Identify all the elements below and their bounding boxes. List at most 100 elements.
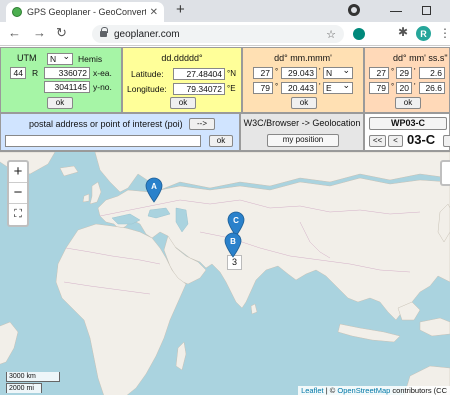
poi-search-panel: postal address or point of interest (poi… — [0, 113, 240, 151]
browser-toolbar: ← → ↻ geoplaner.com ☆ ✱ R ⋮ — [0, 22, 450, 46]
poi-arrow-button[interactable]: --> — [189, 118, 215, 130]
bookmark-star-icon[interactable]: ☆ — [326, 28, 336, 41]
dmm-lon-deg-field[interactable]: 79 — [253, 82, 273, 94]
fullscreen-button[interactable]: ⛶ — [9, 204, 27, 225]
poi-ok-button[interactable]: ok — [209, 135, 233, 147]
easting-field[interactable]: 336072 — [44, 67, 90, 79]
waypoint-marker-a[interactable]: A — [145, 177, 163, 204]
deg-symbol: ° — [275, 67, 279, 76]
easting-label: x-ea. — [93, 68, 112, 78]
dms-lon-deg-field[interactable]: 79 — [369, 82, 389, 94]
latitude-dir: °N — [227, 69, 236, 78]
osm-link[interactable]: OpenStreetMap — [337, 386, 390, 395]
degrees-minutes-panel: dd° mm.mmm' 27 ° 29.043 ' N 79 ° 20.443 … — [242, 47, 364, 113]
min-symbol: ' — [319, 67, 321, 76]
new-tab-icon[interactable]: + — [176, 1, 185, 18]
dms-lat-deg-field[interactable]: 27 — [369, 67, 389, 79]
utm-ok-button[interactable]: ok — [47, 97, 73, 109]
marker-label: A — [151, 182, 157, 191]
dmm-lon-min-field[interactable]: 20.443 — [281, 82, 317, 94]
geolocation-title: W3C/Browser -> Geolocation — [243, 118, 361, 128]
geolocation-panel: W3C/Browser -> Geolocation my position — [240, 113, 364, 151]
back-arrow-icon[interactable]: ← — [8, 25, 21, 40]
dmm-lat-min-field[interactable]: 29.043 — [281, 67, 317, 79]
deg-symbol: ° — [275, 82, 279, 91]
maximize-icon[interactable] — [422, 6, 431, 15]
attribution-separator: | © — [323, 386, 338, 395]
dms-ok-button[interactable]: ok — [395, 97, 421, 109]
prev-waypoint-button[interactable]: < — [388, 135, 403, 147]
record-icon[interactable] — [348, 4, 360, 16]
dms-lat-sec-field[interactable]: 2.6 — [419, 67, 445, 79]
hemisphere-select[interactable]: N — [47, 51, 73, 65]
latitude-field[interactable]: 27.48404 — [173, 68, 225, 80]
first-waypoint-button[interactable]: << — [369, 135, 386, 147]
dmm-lon-hem-select[interactable]: E — [323, 80, 353, 94]
close-tab-icon[interactable]: ✕ — [150, 7, 158, 18]
profile-avatar[interactable]: R — [416, 26, 431, 41]
zoom-out-button[interactable]: − — [9, 183, 27, 204]
longitude-dir: °E — [227, 84, 236, 93]
site-favicon-icon — [12, 7, 22, 17]
deg-symbol: ° — [391, 82, 395, 91]
longitude-label: Longitude: — [127, 84, 167, 94]
marker-label: C — [233, 216, 239, 225]
decimal-degrees-panel: dd.ddddd° Latitude: 27.48404 °N Longitud… — [122, 47, 242, 113]
url-text: geoplaner.com — [114, 28, 180, 40]
latitude-label: Latitude: — [131, 69, 164, 79]
browser-menu-icon[interactable]: ⋮ — [439, 26, 450, 40]
dms-lon-min-field[interactable]: 20 — [396, 82, 412, 94]
browser-tab-bar: GPS Geoplaner - GeoConverter | ✕ + — [0, 0, 450, 22]
reload-icon[interactable]: ↻ — [56, 25, 67, 41]
utm-zone-field[interactable]: 44 — [10, 67, 26, 79]
layers-control[interactable] — [440, 160, 450, 186]
utm-title: UTM — [17, 53, 37, 63]
dmm-title: dd° mm.mmm' — [274, 53, 332, 63]
min-symbol: ' — [414, 82, 416, 91]
extensions-puzzle-icon[interactable]: ✱ — [398, 25, 410, 39]
attribution-contributors: contributors (CC — [390, 386, 447, 395]
waypoint-code: 03-C — [407, 132, 436, 147]
browser-tab[interactable]: GPS Geoplaner - GeoConverter | ✕ — [6, 2, 164, 22]
poi-label: postal address or point of interest (poi… — [29, 119, 183, 129]
zoom-in-button[interactable]: + — [9, 162, 27, 183]
my-position-button[interactable]: my position — [267, 134, 339, 147]
next-waypoint-button[interactable] — [443, 135, 450, 147]
waypoint-panel: WP03-C << < 03-C — [364, 113, 450, 151]
dmm-lat-hem-select[interactable]: N — [323, 65, 353, 79]
deg-symbol: ° — [391, 67, 395, 76]
waypoint-name[interactable]: WP03-C — [369, 117, 447, 130]
minimize-icon[interactable] — [390, 4, 402, 12]
waypoint-marker-b[interactable]: B — [224, 232, 242, 258]
leaflet-link[interactable]: Leaflet — [301, 386, 324, 395]
scale-km: 3000 km — [6, 372, 60, 382]
poi-search-input[interactable] — [5, 135, 201, 147]
utm-band-label: R — [32, 68, 39, 78]
forward-arrow-icon[interactable]: → — [33, 25, 46, 40]
degrees-minutes-seconds-panel: dd° mm' ss.s" 27 ° 29 ' 2.6 79 ° 20 ' 26… — [364, 47, 450, 113]
utm-panel: UTM N Hemis 44 R 336072 x-ea. 3041145 y-… — [0, 47, 122, 113]
hemis-label: Hemis — [78, 54, 103, 64]
dms-lon-sec-field[interactable]: 26.6 — [419, 82, 445, 94]
marker-label: B — [231, 237, 237, 246]
map[interactable]: + − ⛶ 3 A C B 3000 km 2000 mi Leaflet | … — [0, 151, 450, 395]
min-symbol: ' — [414, 67, 416, 76]
dmm-lat-deg-field[interactable]: 27 — [253, 67, 273, 79]
scale-mi: 2000 mi — [6, 383, 42, 393]
northing-field[interactable]: 3041145 — [44, 81, 90, 93]
dd-title: dd.ddddd° — [161, 53, 203, 63]
world-map-tiles — [0, 152, 450, 395]
map-attribution: Leaflet | © OpenStreetMap contributors (… — [298, 386, 450, 395]
longitude-field[interactable]: 79.34072 — [173, 83, 225, 95]
dd-ok-button[interactable]: ok — [170, 97, 196, 109]
dms-title: dd° mm' ss.s" — [393, 53, 448, 63]
lock-icon — [100, 27, 108, 37]
address-bar[interactable]: geoplaner.com ☆ — [92, 25, 344, 43]
northing-label: y-no. — [93, 82, 112, 92]
tab-title: GPS Geoplaner - GeoConverter | — [27, 7, 146, 17]
zoom-control: + − ⛶ — [7, 160, 29, 227]
dmm-ok-button[interactable]: ok — [291, 97, 317, 109]
extension-icon[interactable] — [353, 28, 365, 40]
min-symbol: ' — [319, 82, 321, 91]
dms-lat-min-field[interactable]: 29 — [396, 67, 412, 79]
